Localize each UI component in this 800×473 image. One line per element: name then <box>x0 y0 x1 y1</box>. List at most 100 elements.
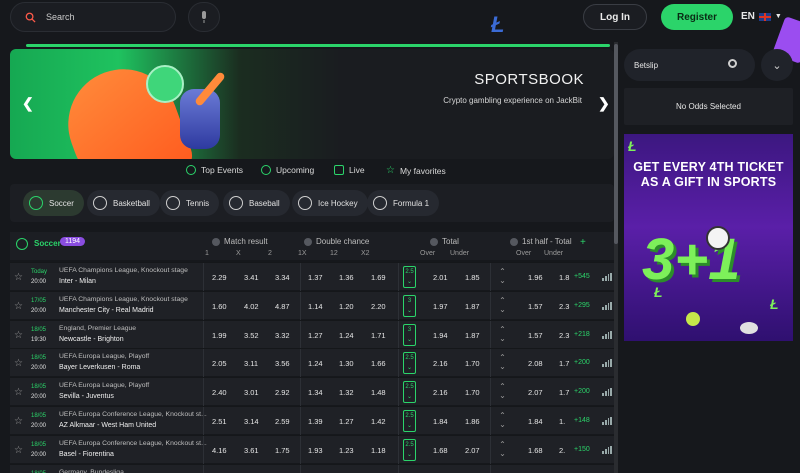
odds-button[interactable]: 3.14 <box>244 417 259 426</box>
more-markets-count[interactable]: +295 <box>574 302 590 309</box>
table-row[interactable]: ☆ 18/05 20:00 UEFA Europa League, Playoff Ba… <box>10 348 614 378</box>
sport-tennis[interactable]: Tennis <box>160 190 220 216</box>
half-line-selector[interactable]: ⌃ ⌄ <box>496 267 509 285</box>
odds-button[interactable]: 4.02 <box>244 302 259 311</box>
odds-button[interactable]: 3.01 <box>244 388 259 397</box>
table-row[interactable]: ☆ 18/05 19:30 England, Premier League Newcas… <box>10 319 614 349</box>
favorite-star-icon[interactable]: ☆ <box>14 445 23 456</box>
odds-button[interactable]: 1.93 <box>308 446 323 455</box>
odds-button[interactable]: 1.68 <box>433 446 448 455</box>
odds-button[interactable]: 1.86 <box>465 417 480 426</box>
promo-banner[interactable]: Ł GET EVERY 4TH TICKET AS A GIFT IN SPOR… <box>624 134 793 341</box>
odds-button[interactable]: 1.30 <box>339 359 354 368</box>
odds-button[interactable]: 1.87 <box>465 302 480 311</box>
odds-button[interactable]: 3.52 <box>244 331 259 340</box>
total-line-selector[interactable]: 2.5 ⌄ <box>403 266 416 288</box>
odds-button[interactable]: 1.20 <box>339 302 354 311</box>
odds-button[interactable]: 3.56 <box>275 359 290 368</box>
stats-icon[interactable] <box>602 330 612 339</box>
odds-button[interactable]: 1.57 <box>528 331 543 340</box>
table-row[interactable]: ☆ 18/05 20:00 UEFA Europa Conference League… <box>10 406 614 435</box>
tab-live[interactable]: Live <box>334 165 365 175</box>
total-line-selector[interactable]: 2.5 ⌄ <box>403 352 416 375</box>
table-row[interactable]: ☆ 17/05 20:00 UEFA Champions League, Knocko… <box>10 290 614 320</box>
odds-button[interactable]: 4.87 <box>275 302 290 311</box>
odds-button[interactable]: 1.27 <box>339 417 354 426</box>
odds-button[interactable]: 1.84 <box>433 417 448 426</box>
odds-button[interactable]: 1.75 <box>275 446 290 455</box>
odds-button[interactable]: 1.24 <box>339 331 354 340</box>
odds-button[interactable]: 2.3 <box>559 331 569 340</box>
table-row[interactable]: ☆ 18/05 20:00 UEFA Europa Conference League… <box>10 434 614 464</box>
stats-icon[interactable] <box>602 359 612 368</box>
odds-button[interactable]: 1.36 <box>339 273 354 282</box>
favorite-star-icon[interactable]: ☆ <box>14 358 23 369</box>
sport-basketball[interactable]: Basketball <box>87 190 160 216</box>
half-line-selector[interactable]: ⌃ ⌄ <box>496 440 509 458</box>
odds-button[interactable]: 2.07 <box>528 388 543 397</box>
odds-button[interactable]: 2.01 <box>433 273 448 282</box>
half-line-selector[interactable]: ⌃ ⌄ <box>496 411 509 429</box>
odds-button[interactable]: 3.32 <box>275 331 290 340</box>
odds-button[interactable]: 2.16 <box>433 388 448 397</box>
odds-button[interactable]: 1.39 <box>308 417 323 426</box>
odds-button[interactable]: 1.70 <box>465 388 480 397</box>
odds-button[interactable]: 3.34 <box>275 273 290 282</box>
banner-next-arrow-icon[interactable]: ❯ <box>598 95 610 112</box>
half-line-selector[interactable]: ⌃ ⌄ <box>496 325 509 343</box>
odds-button[interactable]: 2.59 <box>275 417 290 426</box>
odds-button[interactable]: 1.14 <box>308 302 323 311</box>
microphone-button[interactable] <box>188 2 220 32</box>
odds-button[interactable]: 2.51 <box>212 417 227 426</box>
stats-icon[interactable] <box>602 445 612 454</box>
odds-button[interactable]: 2.05 <box>212 359 227 368</box>
table-row[interactable]: ☆ Today 20:00 UEFA Champions League, Knocko… <box>10 262 614 291</box>
odds-button[interactable]: 1.66 <box>371 359 386 368</box>
odds-button[interactable]: 2.20 <box>371 302 386 311</box>
odds-button[interactable]: 1.34 <box>308 388 323 397</box>
odds-button[interactable]: 2.40 <box>212 388 227 397</box>
scrollbar-thumb[interactable] <box>614 44 618 244</box>
language-selector[interactable]: EN ▼ <box>741 11 782 22</box>
odds-button[interactable]: 1.23 <box>339 446 354 455</box>
register-button[interactable]: Register <box>661 4 733 30</box>
more-markets-count[interactable]: +200 <box>574 359 590 366</box>
odds-button[interactable]: 3.61 <box>244 446 259 455</box>
odds-button[interactable]: 2.92 <box>275 388 290 397</box>
favorite-star-icon[interactable]: ☆ <box>14 301 23 312</box>
total-line-selector[interactable]: 3 ⌄ <box>403 323 416 346</box>
odds-button[interactable]: 2.16 <box>433 359 448 368</box>
odds-button[interactable]: 2.29 <box>212 273 227 282</box>
add-market-button[interactable]: + <box>580 237 586 248</box>
tab-my-favorites[interactable]: ☆ My favorites <box>386 165 446 176</box>
odds-button[interactable]: 1.94 <box>433 331 448 340</box>
sport-formula-1[interactable]: Formula 1 <box>367 190 440 216</box>
odds-button[interactable]: 1. <box>559 417 565 426</box>
half-line-selector[interactable]: ⌃ ⌄ <box>496 382 509 400</box>
odds-button[interactable]: 1.97 <box>433 302 448 311</box>
odds-button[interactable]: 3.11 <box>244 359 258 368</box>
sport-soccer[interactable]: Soccer <box>23 190 84 216</box>
odds-button[interactable]: 1.7 <box>559 388 569 397</box>
table-row[interactable]: ☆18/05Germany, Bundesliga <box>10 463 614 473</box>
odds-button[interactable]: 1.24 <box>308 359 323 368</box>
total-line-selector[interactable]: 2.5 ⌄ <box>403 410 416 432</box>
odds-button[interactable]: 1.87 <box>465 331 480 340</box>
odds-button[interactable]: 2. <box>559 446 565 455</box>
odds-button[interactable]: 1.60 <box>212 302 227 311</box>
odds-button[interactable]: 3.41 <box>244 273 259 282</box>
stats-icon[interactable] <box>602 273 612 281</box>
total-line-selector[interactable]: 2.5 ⌄ <box>403 381 416 404</box>
login-button[interactable]: Log In <box>583 4 647 30</box>
search-input[interactable]: Search <box>10 2 176 32</box>
half-line-selector[interactable]: ⌃ ⌄ <box>496 353 509 371</box>
favorite-star-icon[interactable]: ☆ <box>14 330 23 341</box>
stats-icon[interactable] <box>602 301 612 310</box>
odds-button[interactable]: 1.84 <box>528 417 543 426</box>
more-markets-count[interactable]: +148 <box>574 417 590 424</box>
chevron-down-button[interactable]: ⌄ <box>761 49 793 81</box>
odds-button[interactable]: 1.32 <box>339 388 354 397</box>
total-line-selector[interactable]: 2.5 ⌄ <box>403 438 416 461</box>
table-row[interactable]: ☆ 18/05 20:00 UEFA Europa League, Playoff Se… <box>10 377 614 407</box>
half-line-selector[interactable]: ⌃ ⌄ <box>496 296 509 314</box>
